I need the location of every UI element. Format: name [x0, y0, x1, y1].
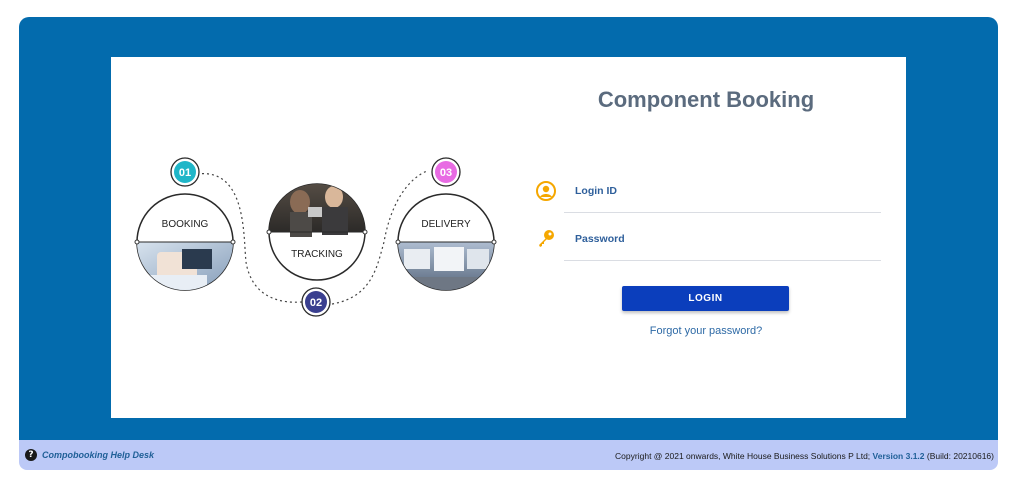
badge-02: 02	[301, 287, 331, 317]
login-button[interactable]: LOGIN	[622, 286, 789, 311]
password-label: Password	[575, 233, 625, 245]
badge-03: 03	[431, 157, 461, 187]
version-link[interactable]: Version 3.1.2	[873, 451, 925, 461]
copyright-text: Copyright @ 2021 onwards, White House Bu…	[615, 451, 871, 461]
svg-text:02: 02	[310, 297, 322, 309]
question-circle-icon: ?	[25, 449, 37, 461]
booking-label: BOOKING	[162, 219, 209, 230]
login-id-underline	[564, 212, 881, 213]
password-field[interactable]: Password	[531, 217, 881, 261]
delivery-step: DELIVERY	[395, 193, 497, 291]
process-illustration: BOOKING TRACKING DELIVERY 01 02 03	[122, 157, 502, 322]
tracking-step: TRACKING	[266, 183, 368, 281]
tracking-label: TRACKING	[291, 249, 343, 260]
key-icon	[539, 230, 554, 247]
booking-step: BOOKING	[134, 193, 236, 291]
login-id-field[interactable]: Login ID	[531, 169, 881, 213]
badge-01: 01	[170, 157, 200, 187]
help-desk-label: Compobooking Help Desk	[42, 450, 155, 460]
footer-bar: ? Compobooking Help Desk Copyright @ 202…	[19, 440, 998, 470]
help-desk-link[interactable]: ? Compobooking Help Desk	[25, 449, 154, 461]
copyright-notice: Copyright @ 2021 onwards, White House Bu…	[615, 451, 994, 461]
login-card: BOOKING TRACKING DELIVERY 01 02 03 Compo…	[111, 57, 906, 418]
build-text: (Build: 20210616)	[926, 451, 994, 461]
delivery-label: DELIVERY	[421, 219, 471, 230]
login-id-label: Login ID	[575, 185, 617, 197]
password-underline	[564, 260, 881, 261]
page-title: Component Booking	[597, 87, 815, 112]
svg-text:03: 03	[440, 167, 452, 179]
svg-text:01: 01	[179, 167, 191, 179]
user-icon	[536, 181, 556, 201]
forgot-password-link[interactable]: Forgot your password?	[611, 325, 801, 337]
